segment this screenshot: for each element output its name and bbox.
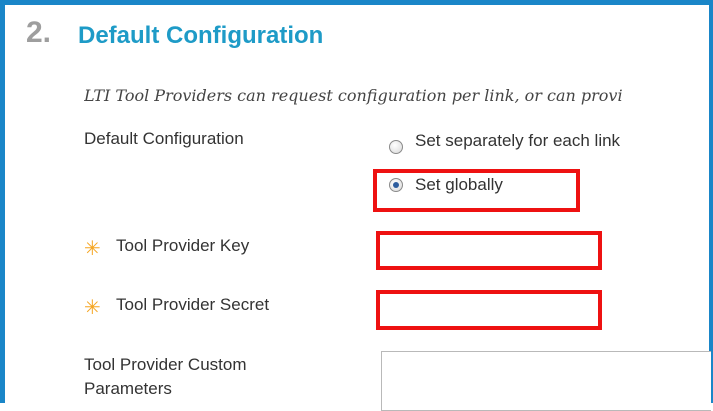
section-frame [0,0,713,403]
tool-provider-key-label: Tool Provider Key [116,236,250,255]
required-asterisk-icon: ✳ [84,295,101,319]
custom-parameters-textarea[interactable] [381,351,711,411]
tool-provider-key-input[interactable] [380,235,598,266]
radio-option-label[interactable]: Set separately for each link [415,131,620,151]
custom-parameters-label: Tool Provider Custom Parameters [84,355,247,398]
tool-provider-secret-input[interactable] [380,294,598,326]
section-title: Default Configuration [78,22,324,49]
radio-button[interactable] [389,140,403,154]
tool-provider-secret-label: Tool Provider Secret [116,295,270,314]
radio-option-set-separately[interactable]: Set separately for each link [389,131,620,157]
step-number: 2. [26,16,52,49]
section-instructions: LTI Tool Providers can request configura… [84,86,623,105]
highlight-box-set-globally [373,169,580,212]
default-configuration-label: Default Configuration [84,129,244,148]
required-asterisk-icon: ✳ [84,236,101,260]
